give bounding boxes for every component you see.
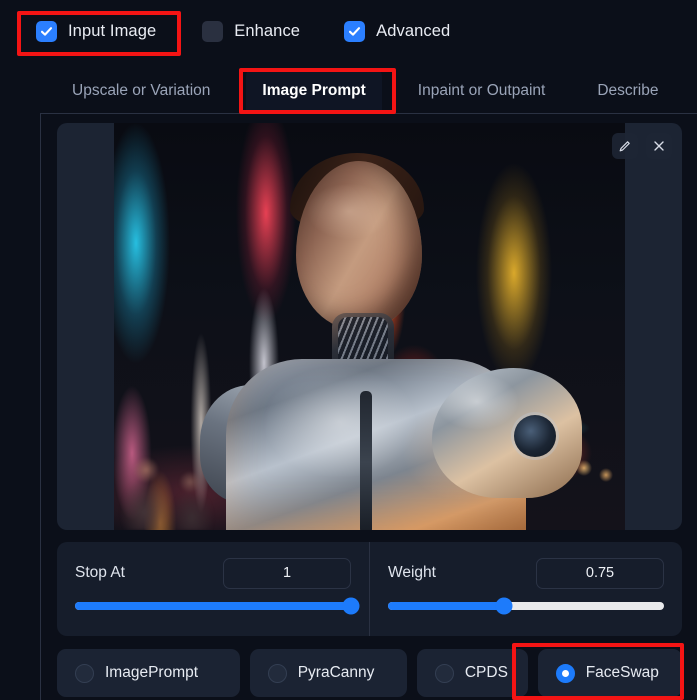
radio-imageprompt-dot[interactable] — [75, 663, 94, 683]
slider-group-weight: Weight 0.75 — [369, 542, 682, 636]
radio-pyracanny[interactable]: PyraCanny — [249, 649, 407, 697]
radio-cpds-dot[interactable] — [434, 663, 454, 683]
checkbox-advanced-label: Advanced — [376, 21, 451, 40]
control-type-radio-group: ImagePrompt PyraCanny CPDS FaceSwap — [57, 649, 682, 697]
weight-slider[interactable] — [388, 597, 664, 615]
radio-cpds[interactable]: CPDS — [416, 649, 528, 697]
checkbox-advanced-box[interactable] — [344, 20, 366, 42]
fooocus-image-prompt-panel: Input Image Enhance Advanced Upscale or … — [0, 0, 697, 700]
figure-shoulder-port — [514, 415, 556, 457]
checkbox-advanced[interactable]: Advanced — [344, 14, 450, 48]
weight-header: Weight 0.75 — [388, 557, 664, 589]
radio-faceswap-label: FaceSwap — [585, 664, 659, 681]
stop-at-slider-fill — [75, 602, 351, 610]
checkbox-enhance-box[interactable] — [202, 20, 224, 42]
tab-bar: Upscale or Variation Image Prompt Inpain… — [40, 68, 697, 113]
radio-imageprompt-label: ImagePrompt — [105, 664, 199, 681]
tab-upscale-or-variation[interactable]: Upscale or Variation — [56, 68, 226, 113]
tab-describe[interactable]: Describe — [581, 68, 674, 113]
radio-faceswap[interactable]: FaceSwap — [537, 649, 682, 697]
checkbox-enhance-label: Enhance — [234, 21, 301, 40]
stop-at-header: Stop At 1 — [75, 557, 351, 589]
radio-faceswap-dot[interactable] — [555, 663, 575, 683]
checkbox-input-image-box[interactable] — [36, 20, 57, 42]
close-icon[interactable] — [646, 133, 672, 159]
radio-imageprompt[interactable]: ImagePrompt — [57, 649, 240, 697]
pencil-icon[interactable] — [612, 133, 638, 159]
radio-cpds-label: CPDS — [464, 664, 508, 681]
tab-image-prompt[interactable]: Image Prompt — [246, 68, 382, 113]
checkbox-input-image[interactable]: Input Image — [36, 14, 156, 48]
stop-at-slider-thumb[interactable] — [342, 597, 360, 615]
stop-at-slider[interactable] — [75, 597, 360, 615]
radio-pyracanny-dot[interactable] — [267, 663, 287, 683]
stop-at-value[interactable]: 1 — [223, 557, 351, 589]
uploaded-image[interactable] — [114, 123, 625, 530]
slider-card: Stop At 1 Weight 0.75 — [57, 542, 682, 636]
background-crowd — [114, 438, 234, 530]
image-toolbar — [612, 133, 672, 159]
mode-checkbox-row: Input Image Enhance Advanced — [0, 0, 697, 62]
weight-label: Weight — [388, 564, 436, 581]
figure-chest-seam — [360, 391, 372, 530]
image-prompt-panel: Stop At 1 Weight 0.75 ImagePrompt PyraCa… — [40, 113, 697, 700]
stop-at-label: Stop At — [75, 564, 125, 581]
checkbox-input-image-label: Input Image — [68, 21, 157, 40]
weight-slider-fill — [388, 602, 504, 610]
radio-pyracanny-label: PyraCanny — [297, 664, 375, 681]
weight-slider-thumb[interactable] — [495, 597, 513, 615]
tab-inpaint-or-outpaint[interactable]: Inpaint or Outpaint — [402, 68, 562, 113]
image-preview-card[interactable] — [57, 123, 682, 530]
weight-value[interactable]: 0.75 — [536, 557, 664, 589]
checkbox-enhance[interactable]: Enhance — [202, 14, 300, 48]
slider-group-stop-at: Stop At 1 — [57, 542, 369, 636]
